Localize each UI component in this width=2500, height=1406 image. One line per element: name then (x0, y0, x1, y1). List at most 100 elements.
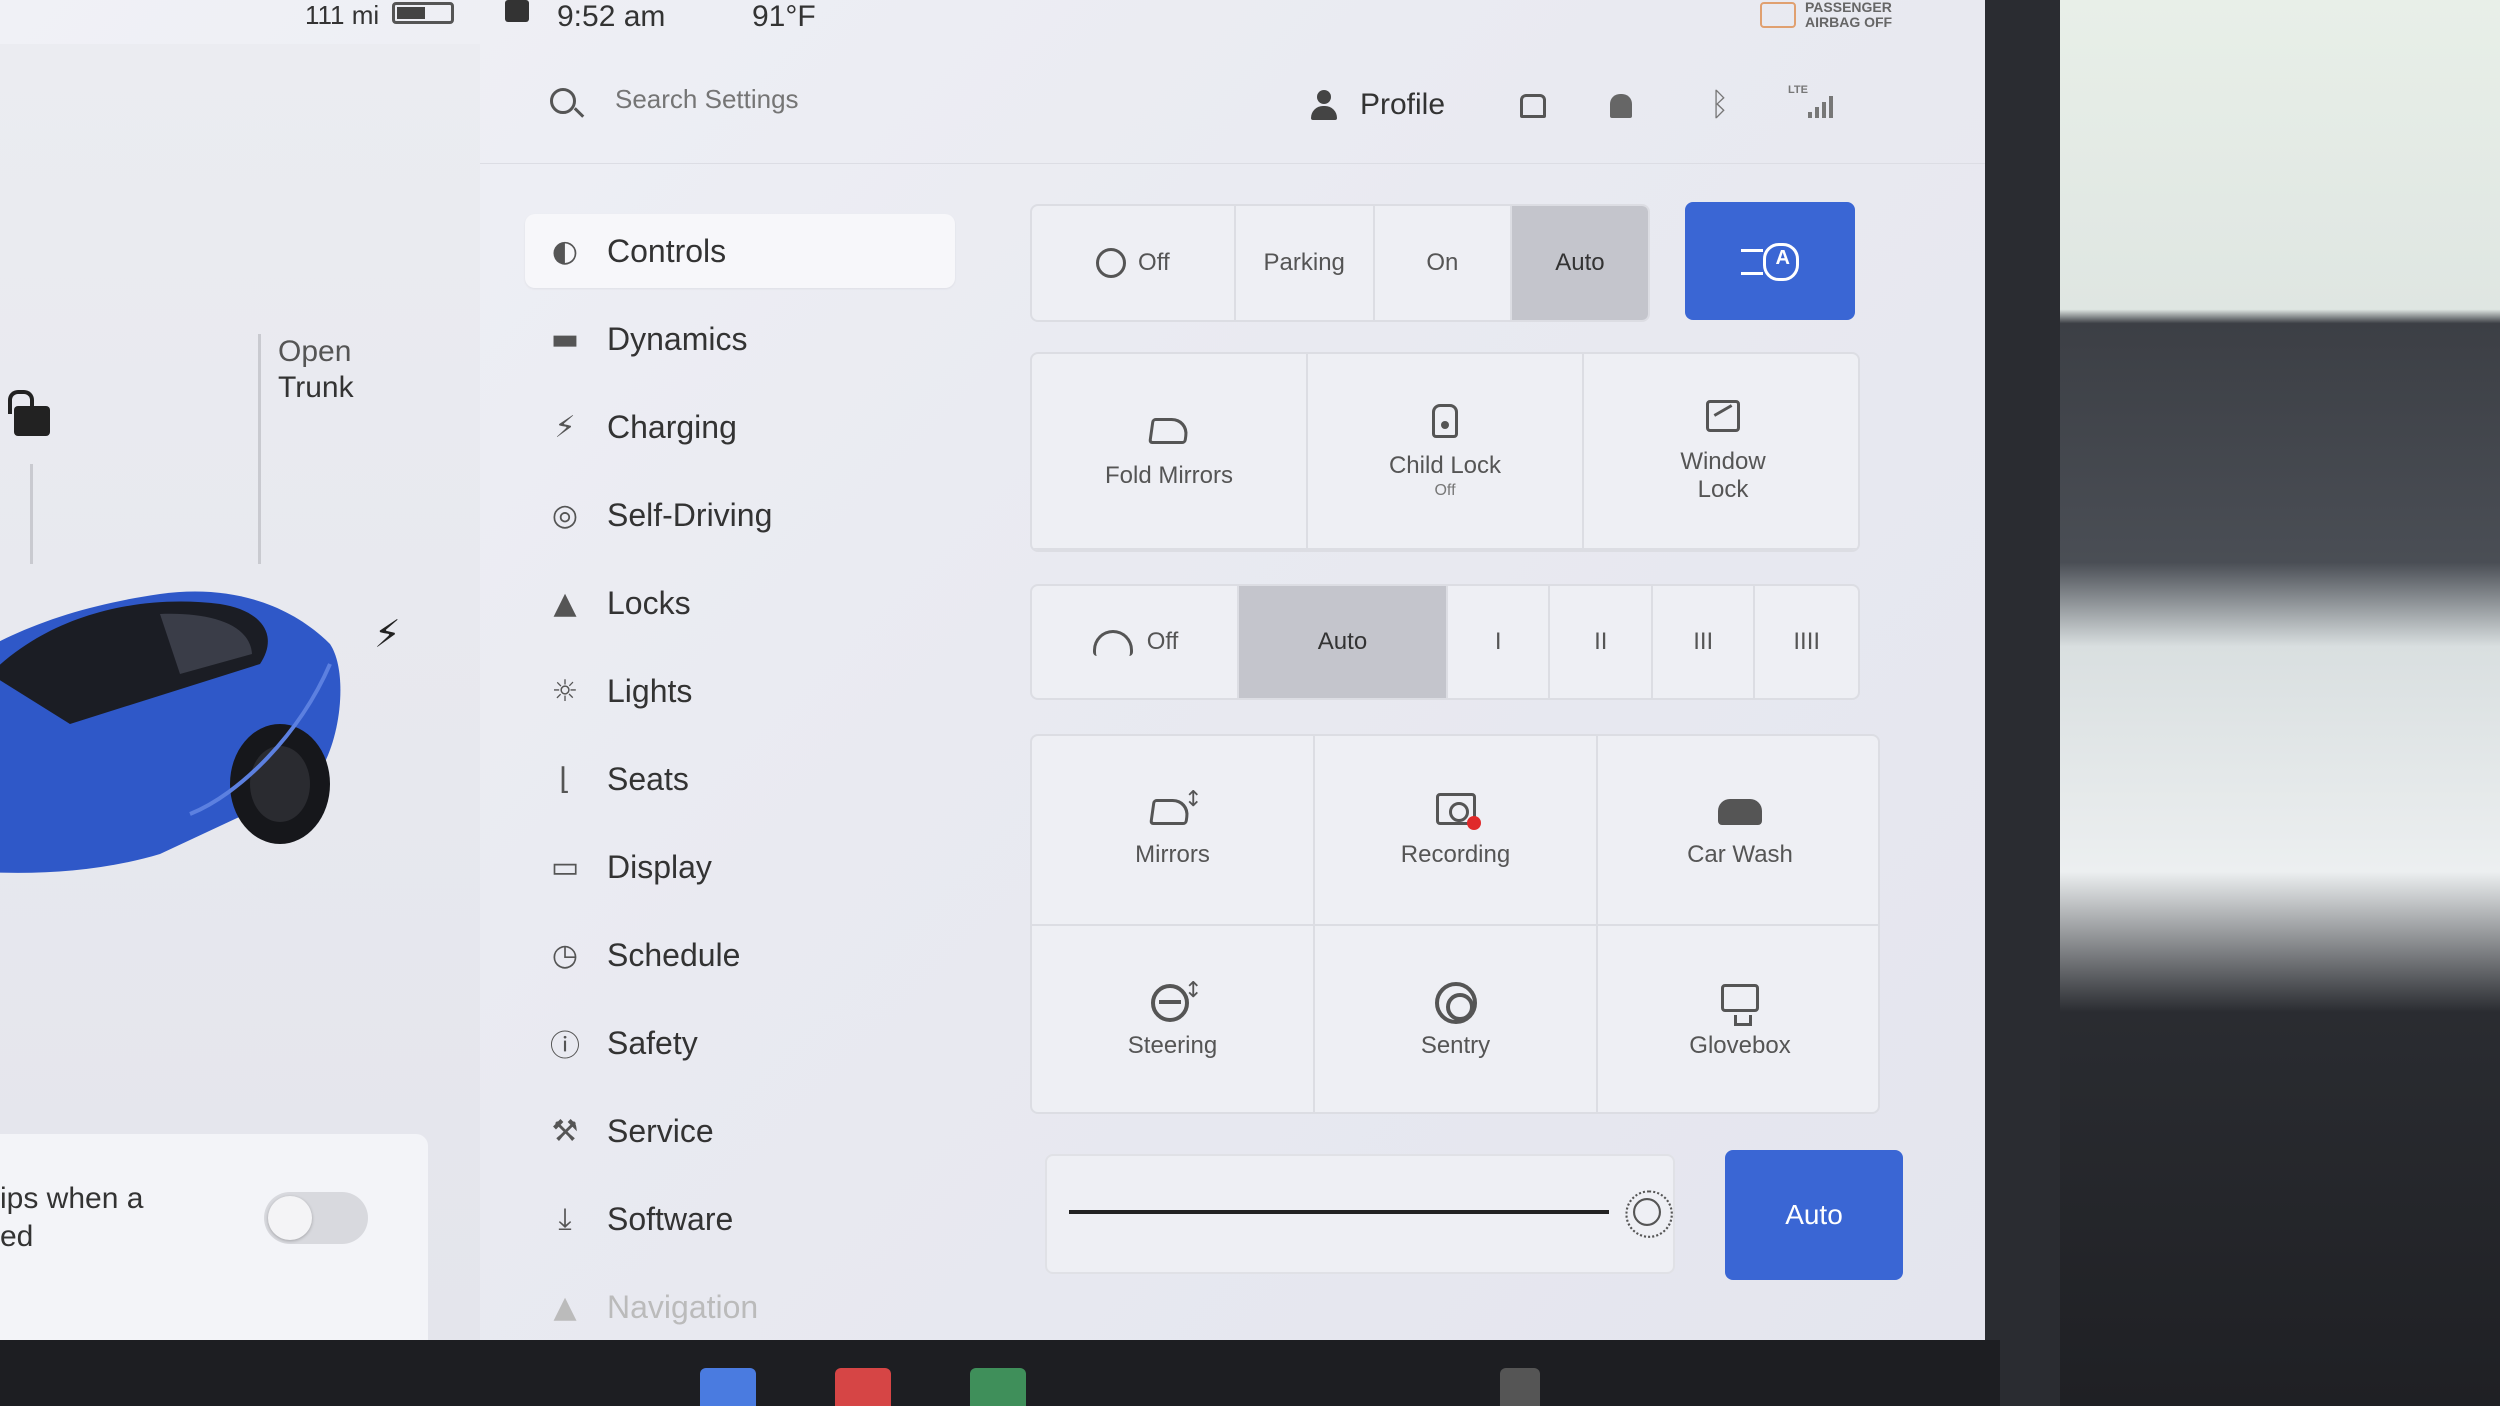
wiper-auto-label: Auto (1317, 628, 1368, 655)
car-image (0, 591, 341, 873)
headlight-auto-label: Auto (1555, 249, 1605, 276)
steering-wheel-icon: ◎ (551, 497, 579, 533)
child-lock-button[interactable]: Child Lock Off (1308, 354, 1584, 550)
dashcam-icon (1434, 791, 1481, 831)
lock-status-icon[interactable] (505, 0, 529, 22)
sidebar-item-charging[interactable]: ⚡ Charging (525, 390, 955, 464)
recording-label: Recording (1400, 841, 1511, 868)
steering-button[interactable]: ↕ Steering (1032, 926, 1315, 1112)
range-readout: 111 mi (305, 0, 380, 30)
sentry-label: Sentry (1420, 1032, 1491, 1059)
download-icon: ⤓ (558, 1201, 572, 1237)
sentry-icon (1434, 982, 1478, 1024)
unlock-icon[interactable] (8, 390, 50, 436)
sidebar-item-display[interactable]: ▭ Display (525, 830, 955, 904)
sidebar-item-label: Seats (607, 760, 689, 797)
wiper-auto-button[interactable]: Auto (1239, 586, 1448, 698)
car-wash-button[interactable]: Car Wash (1598, 736, 1878, 926)
sentry-button[interactable]: Sentry (1315, 926, 1598, 1112)
headlight-on-button[interactable]: On (1375, 206, 1512, 320)
seat-icon: ⌊ (559, 761, 571, 797)
sidebar-item-schedule[interactable]: ◷ Schedule (525, 918, 955, 992)
frunk-indicator-line (30, 464, 33, 564)
app-icon[interactable] (700, 1368, 756, 1406)
touchscreen: 111 mi 9:52 am 91°F PASSENGER AIRBAG OFF… (0, 0, 1985, 1340)
wiper-off-button[interactable]: Off (1032, 586, 1239, 698)
feature-tiles: ↕ Mirrors Recording Car Wash ↕ Steering … (1030, 734, 1880, 1114)
search-input[interactable] (615, 84, 1115, 115)
fold-mirrors-button[interactable]: Fold Mirrors (1032, 354, 1308, 550)
headlight-auto-button[interactable]: Auto (1511, 206, 1648, 320)
setting-toggle[interactable] (264, 1192, 368, 1244)
wiper-speed-4-label: IIII (1793, 628, 1821, 655)
glovebox-button[interactable]: Glovebox (1598, 926, 1878, 1112)
sidebar-item-locks[interactable]: ▲ Locks (525, 566, 955, 640)
sidebar-item-lights[interactable]: ☼ Lights (525, 654, 955, 728)
profile-icon[interactable] (1310, 90, 1338, 120)
mirror-adjust-icon: ↕ (1148, 787, 1203, 831)
background-environment (1990, 0, 2500, 1406)
brightness-icon (1625, 1190, 1673, 1238)
wiper-speed-2-label: II (1594, 628, 1608, 655)
headlight-parking-button[interactable]: Parking (1236, 206, 1375, 320)
settings-header: Profile ᛒ LTE (480, 44, 1985, 164)
sidebar-item-label: Self-Driving (607, 496, 773, 533)
mirror-icon (1147, 412, 1191, 452)
wiper-speed-1-button[interactable]: I (1448, 586, 1551, 698)
sidebar-item-seats[interactable]: ⌊ Seats (525, 742, 955, 816)
brightness-slider[interactable] (1069, 1210, 1609, 1214)
sidebar-item-software[interactable]: ⤓ Software (525, 1182, 955, 1256)
child-lock-icon (1423, 402, 1467, 442)
battery-icon (392, 2, 454, 24)
quick-controls-row: Fold Mirrors Child Lock Off Window Lock (1030, 352, 1860, 552)
headlight-icon (1096, 248, 1127, 278)
wiper-selector: Off Auto I II III IIII (1030, 584, 1860, 700)
mirrors-button[interactable]: ↕ Mirrors (1032, 736, 1315, 926)
sidebar-item-label: Lights (607, 672, 693, 709)
toggle-icon: ◐ (551, 233, 579, 269)
trunk-indicator-line (258, 334, 261, 564)
fold-mirrors-label: Fold Mirrors (1104, 462, 1233, 489)
volume-icon[interactable] (1500, 1368, 1540, 1406)
brightness-control (1045, 1154, 1675, 1274)
sidebar-item-service[interactable]: ⚒ Service (525, 1094, 955, 1168)
child-lock-status: Off (1434, 482, 1456, 499)
high-beam-icon: A (1741, 243, 1799, 281)
brightness-auto-button[interactable]: Auto (1725, 1150, 1903, 1280)
lock-icon: ▲ (553, 585, 577, 621)
steering-adjust-icon: ↕ (1150, 978, 1203, 1022)
clock: 9:52 am (557, 0, 666, 33)
recording-button[interactable]: Recording (1315, 736, 1598, 926)
signal-icon (1808, 92, 1836, 118)
sidebar-item-dynamics[interactable]: ▬ Dynamics (525, 302, 955, 376)
headlight-parking-label: Parking (1263, 249, 1345, 276)
auto-high-beam-button[interactable]: A (1685, 202, 1855, 320)
charge-port-icon[interactable]: ⚡ (374, 612, 401, 657)
status-bar: 111 mi 9:52 am 91°F PASSENGER AIRBAG OFF (0, 0, 1985, 44)
sidebar-item-self-driving[interactable]: ◎ Self-Driving (525, 478, 955, 552)
open-trunk-button[interactable]: Open Trunk (278, 334, 354, 406)
wiper-icon (1091, 622, 1135, 662)
clock-icon: ◷ (551, 937, 579, 973)
wiper-speed-4-button[interactable]: IIII (1755, 586, 1858, 698)
car-wash-label: Car Wash (1687, 841, 1793, 868)
notification-bell-icon[interactable] (1610, 94, 1632, 118)
bluetooth-icon[interactable]: ᛒ (1710, 86, 1729, 123)
airbag-status: PASSENGER AIRBAG OFF (1805, 0, 1893, 30)
wiper-speed-3-button[interactable]: III (1653, 586, 1756, 698)
window-lock-button[interactable]: Window Lock (1584, 354, 1858, 550)
profile-button[interactable]: Profile (1360, 88, 1445, 122)
controls-panel: Off Parking On Auto A Fold Mirrors Child… (990, 164, 1985, 1340)
sidebar-item-controls[interactable]: ◐ Controls (525, 214, 955, 288)
sidebar-item-safety[interactable]: ⓘ Safety (525, 1006, 955, 1080)
calendar-icon[interactable] (835, 1368, 891, 1406)
wiper-speed-2-button[interactable]: II (1550, 586, 1653, 698)
navigation-icon: ▲ (553, 1289, 577, 1325)
homelink-icon[interactable] (1520, 94, 1546, 118)
open-trunk-label-2: Trunk (278, 371, 354, 404)
sidebar-item-label: Charging (607, 408, 737, 445)
headlight-off-button[interactable]: Off (1032, 206, 1236, 320)
app-icon-2[interactable] (970, 1368, 1026, 1406)
sidebar-item-label: Schedule (607, 936, 741, 973)
sidebar-item-navigation[interactable]: ▲ Navigation (525, 1270, 955, 1340)
